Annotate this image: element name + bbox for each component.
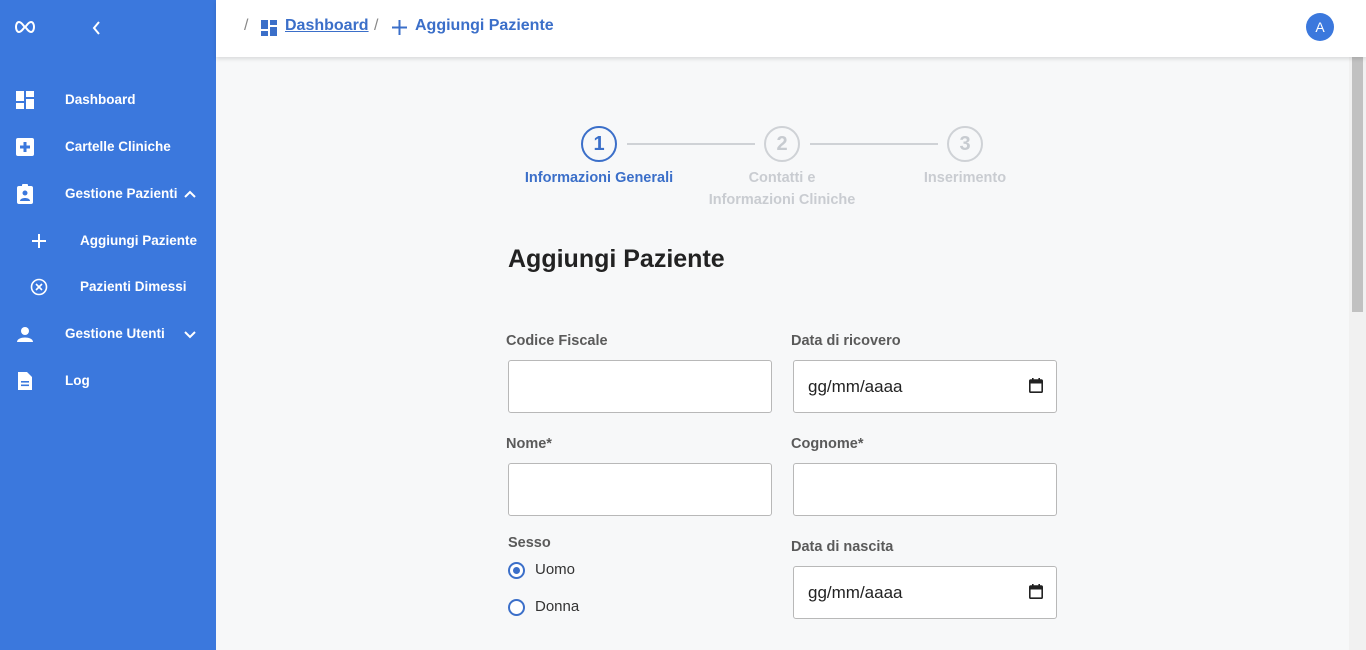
sidebar-item-log[interactable]: Log [0, 361, 216, 401]
step-1-circle: 1 [581, 126, 617, 162]
document-icon [18, 372, 32, 390]
codice-fiscale-label: Codice Fiscale [506, 333, 608, 349]
step-connector [810, 143, 938, 145]
step-2-label-line: Contatti e [748, 170, 816, 186]
breadcrumb-separator: / [244, 17, 249, 34]
plus-icon [392, 20, 407, 35]
sidebar-item-label: Pazienti Dimessi [80, 279, 187, 294]
sidebar-item-gestione-pazienti[interactable]: Gestione Pazienti [0, 174, 216, 214]
breadcrumb-current: Aggiungi Paziente [415, 17, 554, 34]
scrollbar-thumb[interactable] [1352, 57, 1363, 312]
data-ricovero-label: Data di ricovero [791, 333, 901, 349]
medical-cross-icon [16, 138, 34, 156]
sidebar-item-cartelle-cliniche[interactable]: Cartelle Cliniche [0, 127, 216, 167]
data-nascita-label: Data di nascita [791, 539, 894, 555]
data-nascita-input[interactable]: gg/mm/aaaa [793, 566, 1057, 619]
step-3-label: Inserimento [923, 170, 1007, 186]
sidebar-item-dashboard[interactable]: Dashboard [0, 80, 216, 120]
radio-uomo[interactable] [508, 562, 525, 579]
nome-label-text: Nome [506, 436, 547, 452]
nome-input[interactable] [508, 463, 772, 516]
codice-fiscale-input[interactable] [508, 360, 772, 413]
sidebar-header [0, 0, 216, 56]
date-placeholder: gg/mm/aaaa [808, 583, 903, 602]
sidebar-item-aggiungi-paziente[interactable]: Aggiungi Paziente [0, 221, 216, 261]
step-1-label: Informazioni Generali [524, 170, 674, 186]
step-2-label: Contatti e Informazioni Cliniche [692, 167, 872, 211]
clipboard-user-icon [17, 184, 33, 204]
cognome-input[interactable] [793, 463, 1057, 516]
sidebar-item-gestione-utenti[interactable]: Gestione Utenti [0, 314, 216, 354]
dashboard-icon [261, 20, 277, 36]
dashboard-icon [16, 91, 34, 109]
breadcrumb-dashboard-link[interactable]: Dashboard [285, 17, 369, 35]
sidebar-item-label: Gestione Utenti [65, 326, 165, 341]
sidebar-item-label: Aggiungi Paziente [80, 233, 198, 248]
user-avatar[interactable]: A [1306, 13, 1334, 41]
infinity-logo-icon [15, 20, 35, 34]
step-2-circle: 2 [764, 126, 800, 162]
chevron-down-icon [184, 331, 196, 339]
radio-donna-label[interactable]: Donna [535, 598, 579, 615]
calendar-icon[interactable] [1029, 378, 1043, 393]
step-3-circle: 3 [947, 126, 983, 162]
sidebar-item-label: Log [65, 373, 90, 388]
cognome-label-text: Cognome [791, 436, 858, 452]
required-mark: * [546, 436, 552, 452]
circle-x-icon [30, 278, 48, 296]
required-mark: * [857, 436, 864, 452]
plus-icon [32, 234, 46, 248]
sidebar-item-pazienti-dimessi[interactable]: Pazienti Dimessi [0, 267, 216, 307]
step-connector [627, 143, 755, 145]
sidebar-item-label: Cartelle Cliniche [65, 139, 171, 154]
radio-uomo-label[interactable]: Uomo [535, 561, 575, 578]
user-icon [17, 327, 33, 342]
breadcrumb-separator: / [374, 17, 379, 34]
cognome-label: Cognome* [791, 436, 864, 452]
nome-label: Nome* [506, 436, 552, 452]
calendar-icon[interactable] [1029, 584, 1043, 599]
sidebar: Dashboard Cartelle Cliniche Gestione Paz… [0, 0, 216, 650]
data-ricovero-input[interactable]: gg/mm/aaaa [793, 360, 1057, 413]
sidebar-item-label: Dashboard [65, 92, 136, 107]
top-bar: / Dashboard / Aggiungi Paziente A [216, 0, 1366, 57]
radio-donna[interactable] [508, 599, 525, 616]
date-placeholder: gg/mm/aaaa [808, 377, 903, 396]
chevron-left-icon[interactable] [89, 18, 105, 38]
sesso-label: Sesso [508, 535, 551, 551]
page-title: Aggiungi Paziente [508, 245, 725, 273]
step-2-label-line: Informazioni Cliniche [708, 192, 856, 208]
chevron-up-icon [184, 190, 196, 198]
sidebar-item-label: Gestione Pazienti [65, 186, 178, 201]
